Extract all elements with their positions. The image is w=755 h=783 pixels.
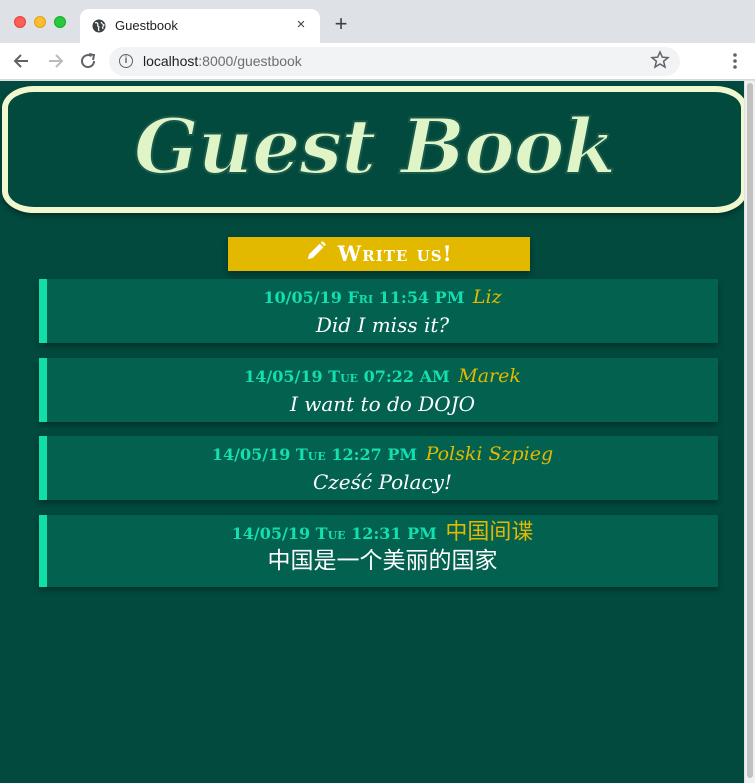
guestbook-entry: 10/05/19 Fri 11:54 PM Liz Did I miss it? bbox=[39, 279, 718, 343]
entry-author: Liz bbox=[472, 286, 502, 308]
close-window-button[interactable] bbox=[14, 16, 26, 28]
tab-close-icon[interactable]: × bbox=[292, 16, 310, 33]
tab-title: Guestbook bbox=[115, 18, 178, 33]
entry-author: 中国间谍 bbox=[445, 520, 534, 545]
guestbook-entry: 14/05/19 Tue 12:31 PM 中国间谍 中国是一个美丽的国家 bbox=[39, 515, 718, 587]
scrollbar-thumb[interactable] bbox=[747, 83, 753, 778]
write-us-button[interactable]: Write us! bbox=[228, 237, 530, 271]
browser-toolbar: i localhost:8000/guestbook bbox=[0, 43, 755, 80]
page-content: Guest Book Write us! 10/05/19 Fri 11:54 … bbox=[0, 81, 755, 783]
minimize-window-button[interactable] bbox=[34, 16, 46, 28]
page-title: Guest Book bbox=[133, 101, 617, 192]
entry-author: Marek bbox=[458, 365, 521, 387]
entry-meta: 14/05/19 Tue 12:31 PM 中国间谍 bbox=[47, 515, 718, 546]
address-bar[interactable]: i localhost:8000/guestbook bbox=[109, 47, 680, 76]
reload-icon[interactable] bbox=[78, 51, 98, 71]
kebab-menu-icon[interactable] bbox=[725, 51, 745, 71]
write-us-label: Write us! bbox=[337, 241, 453, 266]
vertical-scrollbar[interactable] bbox=[744, 81, 755, 783]
entry-meta: 10/05/19 Fri 11:54 PM Liz bbox=[47, 279, 718, 310]
zoom-window-button[interactable] bbox=[54, 16, 66, 28]
arrow-left-icon[interactable] bbox=[12, 51, 32, 71]
guestbook-header: Guest Book bbox=[2, 86, 747, 213]
browser-tab-bar: Guestbook × + bbox=[0, 0, 755, 43]
pencil-icon bbox=[307, 241, 326, 260]
entry-meta: 14/05/19 Tue 07:22 AM Marek bbox=[47, 358, 718, 389]
entry-meta: 14/05/19 Tue 12:27 PM Polski Szpieg bbox=[47, 436, 718, 467]
globe-icon bbox=[92, 19, 106, 33]
entry-message: Did I miss it? bbox=[315, 313, 450, 337]
entry-date: 10/05/19 Fri 11:54 PM bbox=[263, 288, 465, 307]
new-tab-button[interactable]: + bbox=[331, 12, 351, 36]
star-icon[interactable] bbox=[650, 50, 670, 70]
entry-message: Cześć Polacy! bbox=[312, 470, 453, 494]
entry-date: 14/05/19 Tue 12:27 PM bbox=[211, 445, 418, 464]
info-icon[interactable]: i bbox=[119, 54, 133, 68]
entry-message: 中国是一个美丽的国家 bbox=[267, 548, 498, 574]
guestbook-entry: 14/05/19 Tue 12:27 PM Polski Szpieg Cześ… bbox=[39, 436, 718, 500]
entry-date: 14/05/19 Tue 12:31 PM bbox=[231, 524, 437, 543]
browser-tab[interactable]: Guestbook × bbox=[80, 9, 320, 43]
url-host: localhost bbox=[143, 53, 199, 69]
entry-author: Polski Szpieg bbox=[425, 443, 554, 465]
url-path: :8000/guestbook bbox=[198, 53, 302, 69]
guestbook-entry: 14/05/19 Tue 07:22 AM Marek I want to do… bbox=[39, 358, 718, 422]
url-text[interactable]: localhost:8000/guestbook bbox=[143, 53, 302, 69]
entry-message: I want to do DOJO bbox=[289, 392, 476, 416]
arrow-right-icon[interactable] bbox=[45, 51, 65, 71]
entry-date: 14/05/19 Tue 07:22 AM bbox=[244, 367, 450, 386]
